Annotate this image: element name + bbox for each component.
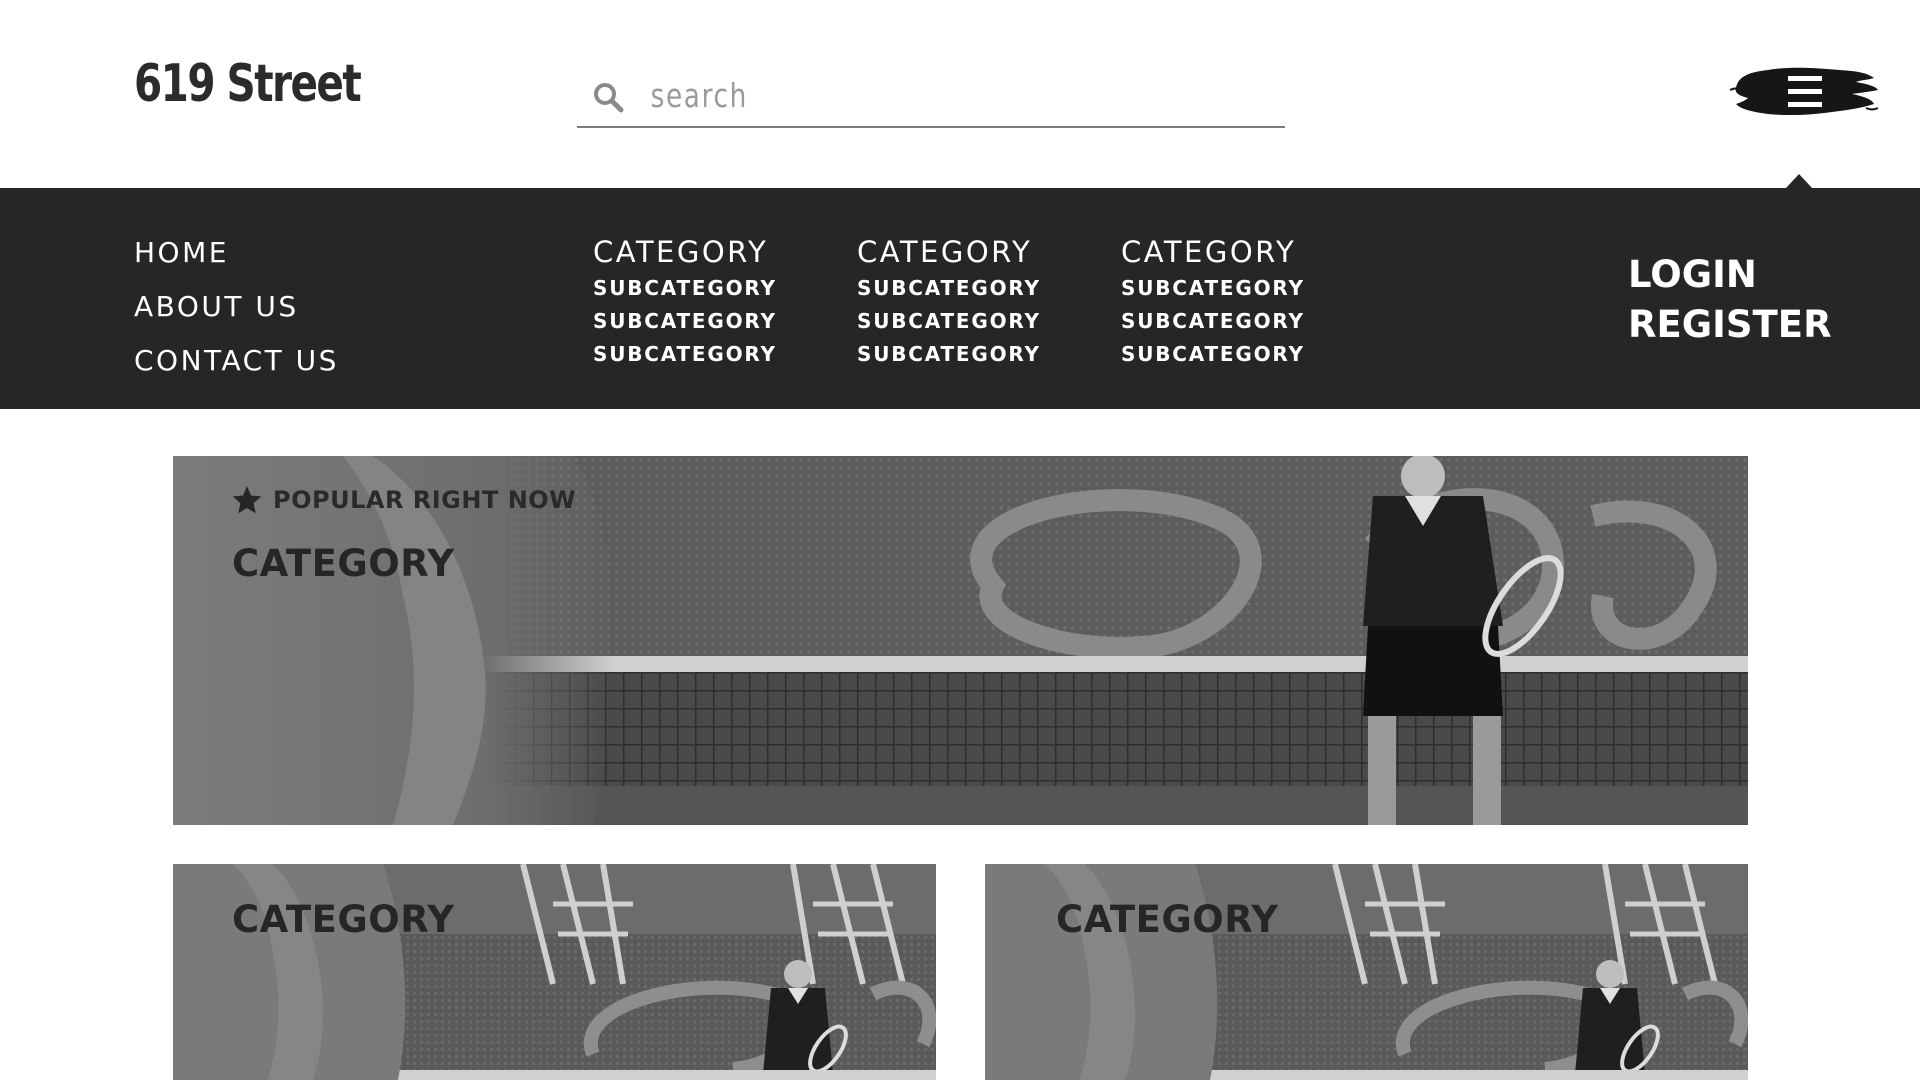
- search-input[interactable]: [649, 70, 1129, 120]
- category-title[interactable]: CATEGORY: [1121, 232, 1305, 272]
- nav-link-about-us[interactable]: ABOUT US: [134, 280, 339, 334]
- popular-category-card[interactable]: POPULAR RIGHT NOW CATEGORY: [173, 456, 1748, 825]
- subcategory-link[interactable]: SUBCATEGORY: [1121, 305, 1305, 338]
- subcategory-link[interactable]: SUBCATEGORY: [1121, 272, 1305, 305]
- subcategory-link[interactable]: SUBCATEGORY: [593, 338, 777, 371]
- card-category-title: CATEGORY: [1056, 898, 1279, 941]
- subcategory-link[interactable]: SUBCATEGORY: [857, 272, 1041, 305]
- tennis-court-photo: [985, 864, 1748, 1080]
- main-nav-links: HOME ABOUT US CONTACT US: [134, 226, 339, 388]
- menu-caret-arrow: [1786, 174, 1812, 188]
- card-category-title: CATEGORY: [232, 898, 455, 941]
- auth-links: LOGIN REGISTER: [1628, 250, 1832, 350]
- popular-badge: POPULAR RIGHT NOW: [231, 484, 576, 516]
- card-category-title: CATEGORY: [232, 542, 455, 585]
- star-icon: [232, 486, 262, 514]
- category-title[interactable]: CATEGORY: [857, 232, 1041, 272]
- search-bar: [577, 66, 1285, 128]
- nav-link-home[interactable]: HOME: [134, 226, 339, 280]
- category-column: CATEGORY SUBCATEGORY SUBCATEGORY SUBCATE…: [593, 232, 777, 371]
- subcategory-link[interactable]: SUBCATEGORY: [857, 305, 1041, 338]
- login-link[interactable]: LOGIN: [1628, 250, 1832, 300]
- hamburger-menu-icon[interactable]: [1728, 58, 1880, 126]
- category-column: CATEGORY SUBCATEGORY SUBCATEGORY SUBCATE…: [857, 232, 1041, 371]
- site-logo[interactable]: 619 Street: [134, 58, 362, 110]
- category-card[interactable]: CATEGORY: [985, 864, 1748, 1080]
- register-link[interactable]: REGISTER: [1628, 300, 1832, 350]
- popular-badge-label: POPULAR RIGHT NOW: [273, 486, 577, 514]
- site-header: 619 Street: [0, 0, 1920, 188]
- subcategory-link[interactable]: SUBCATEGORY: [857, 338, 1041, 371]
- search-icon[interactable]: [591, 80, 625, 114]
- nav-link-contact-us[interactable]: CONTACT US: [134, 334, 339, 388]
- category-card[interactable]: CATEGORY: [173, 864, 936, 1080]
- subcategory-link[interactable]: SUBCATEGORY: [593, 305, 777, 338]
- tennis-court-photo: [173, 864, 936, 1080]
- category-title[interactable]: CATEGORY: [593, 232, 777, 272]
- subcategory-link[interactable]: SUBCATEGORY: [1121, 338, 1305, 371]
- mega-menu: HOME ABOUT US CONTACT US CATEGORY SUBCAT…: [0, 188, 1920, 409]
- subcategory-link[interactable]: SUBCATEGORY: [593, 272, 777, 305]
- category-column: CATEGORY SUBCATEGORY SUBCATEGORY SUBCATE…: [1121, 232, 1305, 371]
